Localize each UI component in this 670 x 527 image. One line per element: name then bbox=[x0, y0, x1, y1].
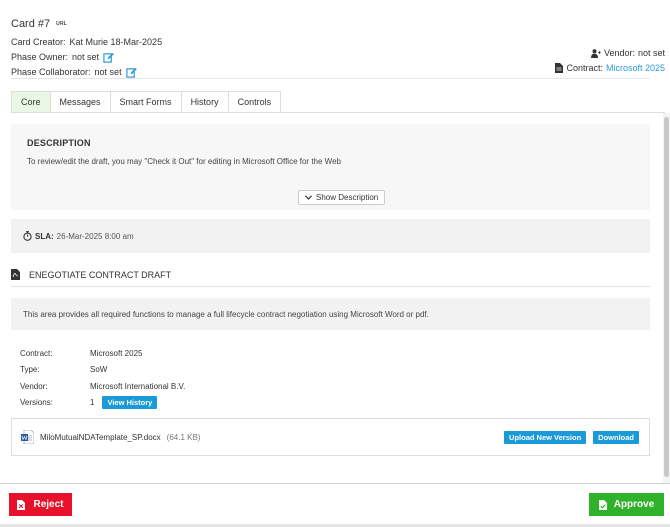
vertical-scrollbar[interactable] bbox=[663, 113, 670, 483]
field-versions: Versions: 1 View History bbox=[20, 395, 185, 412]
tab-divider bbox=[11, 112, 665, 113]
card-title: Card #7 bbox=[11, 18, 51, 30]
description-panel: DESCRIPTION To review/edit the draft, yo… bbox=[11, 124, 650, 210]
collaborator-value: not set bbox=[94, 67, 122, 77]
field-vendor-label: Vendor: bbox=[20, 381, 48, 391]
field-versions-label: Versions: bbox=[20, 398, 53, 408]
field-type-label: Type: bbox=[20, 365, 40, 375]
header-divider bbox=[11, 78, 650, 79]
reject-document-icon bbox=[17, 499, 26, 510]
collaborator-label: Phase Collaborator: bbox=[11, 67, 91, 77]
card-header: Card #7 URL Card Creator: Kat Murie 18-M… bbox=[11, 18, 665, 78]
vendor-user-icon bbox=[590, 48, 601, 58]
card-right-meta: Vendor: not set Contract: Microsoft 2025 bbox=[555, 47, 665, 73]
tab-smart-forms[interactable]: Smart Forms bbox=[110, 91, 182, 113]
vendor-value: not set bbox=[637, 48, 665, 58]
view-history-button[interactable]: View History bbox=[102, 396, 158, 410]
contract-fields: Contract: Microsoft 2025 Type: SoW Vendo… bbox=[20, 345, 185, 411]
approve-document-icon bbox=[598, 499, 607, 510]
url-link[interactable]: URL bbox=[56, 21, 67, 27]
file-name[interactable]: MiloMutualNDATemplate_SP.docx bbox=[40, 433, 161, 442]
section-info-panel: This area provides all required function… bbox=[11, 298, 650, 330]
approve-label: Approve bbox=[613, 499, 655, 510]
section-info-text: This area provides all required function… bbox=[23, 309, 429, 319]
document-file-row: MiloMutualNDATemplate_SP.docx (64.1 KB) … bbox=[11, 418, 650, 456]
contract-row: Contract: Microsoft 2025 bbox=[555, 63, 665, 73]
show-description-label: Show Description bbox=[316, 193, 379, 202]
word-doc-icon bbox=[21, 430, 34, 444]
contract-link[interactable]: Microsoft 2025 bbox=[606, 63, 665, 73]
edit-icon[interactable] bbox=[125, 67, 137, 78]
vendor-label: Vendor: bbox=[603, 48, 635, 58]
show-description-button[interactable]: Show Description bbox=[298, 190, 386, 205]
tab-history[interactable]: History bbox=[181, 91, 229, 113]
footer-divider bbox=[0, 483, 670, 484]
owner-value: not set bbox=[72, 52, 100, 62]
vendor-row: Vendor: not set bbox=[555, 48, 665, 58]
reject-button[interactable]: Reject bbox=[9, 493, 72, 516]
edit-icon[interactable] bbox=[103, 52, 114, 63]
tab-core[interactable]: Core bbox=[11, 91, 51, 113]
field-contract-link[interactable]: Microsoft 2025 bbox=[90, 349, 142, 358]
tab-bar: Core Messages Smart Forms History Contro… bbox=[11, 91, 282, 113]
tab-messages[interactable]: Messages bbox=[50, 91, 111, 113]
field-versions-value: 1 bbox=[90, 398, 95, 408]
file-size: (64.1 KB) bbox=[166, 432, 201, 442]
field-type: Type: SoW bbox=[20, 362, 185, 379]
stopwatch-icon bbox=[23, 231, 32, 241]
owner-label: Phase Owner: bbox=[11, 52, 69, 62]
sla-panel: SLA: 26-Mar-2025 8:00 am bbox=[11, 219, 650, 253]
contract-document-icon bbox=[555, 63, 564, 73]
contract-label: Contract: bbox=[566, 63, 603, 73]
description-title: DESCRIPTION bbox=[27, 138, 91, 148]
sla-value: 26-Mar-2025 8:00 am bbox=[56, 231, 134, 241]
tab-controls[interactable]: Controls bbox=[228, 91, 282, 113]
chevron-down-icon bbox=[305, 195, 312, 200]
field-vendor-link[interactable]: Microsoft International B.V. bbox=[90, 382, 185, 391]
creator-value: Kat Murie 18-Mar-2025 bbox=[69, 37, 163, 47]
sla-label: SLA: bbox=[35, 231, 54, 241]
field-type-value: SoW bbox=[90, 365, 108, 375]
upload-new-version-button[interactable]: Upload New Version bbox=[504, 431, 587, 444]
field-vendor: Vendor: Microsoft International B.V. bbox=[20, 378, 185, 395]
approve-button[interactable]: Approve bbox=[589, 493, 664, 516]
card-creator-row: Card Creator: Kat Murie 18-Mar-2025 bbox=[11, 37, 665, 47]
section-header: ENEGOTIATE CONTRACT DRAFT bbox=[11, 265, 650, 287]
reject-label: Reject bbox=[33, 499, 64, 510]
file-actions: Upload New Version Download bbox=[504, 431, 639, 444]
scrollbar-thumb[interactable] bbox=[664, 117, 669, 477]
field-contract-label: Contract: bbox=[20, 348, 53, 358]
field-contract: Contract: Microsoft 2025 bbox=[20, 345, 185, 362]
pdf-file-icon bbox=[11, 269, 20, 280]
description-text: To review/edit the draft, you may "Check… bbox=[27, 157, 341, 166]
download-button[interactable]: Download bbox=[593, 431, 639, 444]
creator-label: Card Creator: bbox=[11, 37, 66, 47]
card-title-row: Card #7 URL bbox=[11, 18, 665, 30]
field-versions-value-group: 1 View History bbox=[90, 396, 158, 410]
section-title: ENEGOTIATE CONTRACT DRAFT bbox=[29, 269, 172, 280]
